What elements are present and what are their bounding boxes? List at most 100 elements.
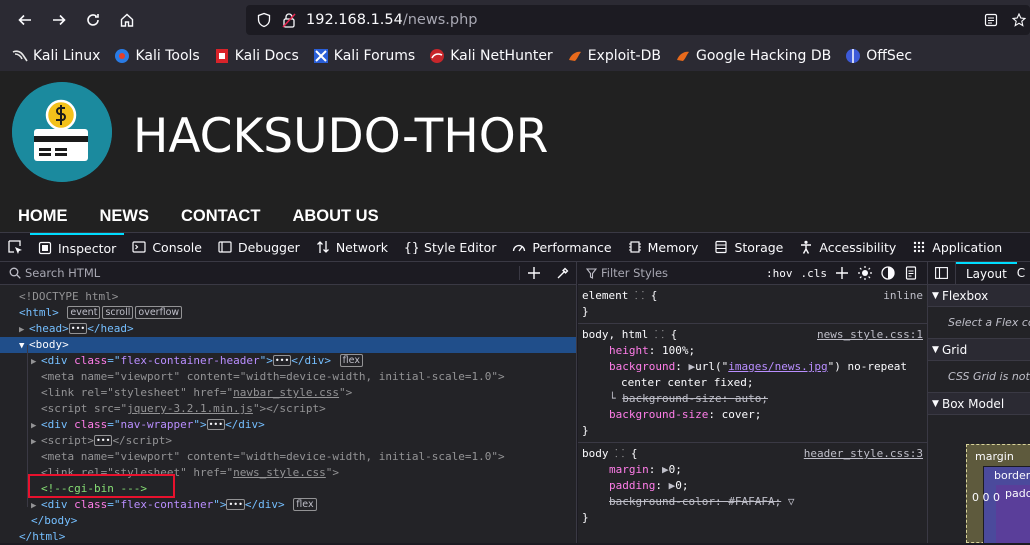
rule2-source-link[interactable]: header_style.css:3 [804, 446, 923, 462]
meta-node-2[interactable]: <meta name="viewport" content="width=dev… [0, 449, 576, 465]
ellipsis-icon[interactable]: ••• [206, 419, 226, 430]
light-mode-sun-icon[interactable] [858, 266, 872, 280]
filter-styles-input[interactable]: Filter Styles [601, 266, 766, 280]
url-text[interactable]: 192.168.1.54/news.php [306, 12, 477, 28]
reader-view-icon[interactable] [984, 13, 998, 27]
element-rule[interactable]: element ⸬ { } inline [578, 285, 927, 324]
forward-button[interactable] [42, 0, 76, 40]
grid-selector-icon[interactable]: ⸬ [655, 328, 664, 341]
search-html-input[interactable]: Search HTML [25, 266, 519, 280]
nav-news[interactable]: NEWS [100, 207, 150, 226]
scroll-badge[interactable]: scroll [102, 306, 134, 319]
element-picker-button[interactable] [0, 239, 30, 255]
reload-button[interactable] [76, 0, 110, 40]
ellipsis-icon[interactable]: ••• [226, 499, 245, 510]
expand-triangle-icon[interactable]: ▶ [31, 354, 41, 370]
meta-node[interactable]: <meta name="viewport" content="width=dev… [0, 369, 576, 385]
tab-console[interactable]: Console [124, 233, 210, 262]
shield-icon[interactable] [256, 12, 272, 28]
nav-contact[interactable]: CONTACT [181, 207, 260, 226]
tab-computed-partial[interactable]: C [1017, 266, 1025, 280]
prop-background-size-overridden[interactable]: └ background-size: auto; [582, 391, 927, 407]
prop-padding[interactable]: padding: ▶0; [582, 478, 927, 494]
jquery-link[interactable]: jquery-3.2.1.min.js [127, 402, 253, 415]
flex-badge[interactable]: flex [293, 498, 317, 511]
head-node[interactable]: ▶ <head> ••• </head> [0, 321, 576, 337]
prop-background-color-overridden[interactable]: background-color: #FAFAFA; ▽ [582, 494, 927, 510]
script-jquery-node[interactable]: <script src="jquery-3.2.1.min.js"></scri… [0, 401, 576, 417]
print-doc-icon[interactable] [904, 266, 918, 280]
insecure-lock-icon[interactable] [282, 12, 296, 28]
grid-section-header[interactable]: ▼ Grid [928, 339, 1030, 361]
hov-toggle[interactable]: :hov [766, 267, 793, 280]
ellipsis-icon[interactable]: ••• [93, 435, 113, 446]
grid-selector-icon[interactable]: ⸬ [635, 289, 644, 302]
back-button[interactable] [8, 0, 42, 40]
bookmark-kali-tools[interactable]: Kali Tools [114, 48, 200, 64]
bookmark-kali-linux[interactable]: Kali Linux [12, 48, 100, 64]
prop-height[interactable]: height: 100%; [582, 343, 927, 359]
navbar-css-link[interactable]: navbar_style.css [233, 386, 339, 399]
div-header-node[interactable]: ▶ <div class="flex-container-header"> ••• <… [0, 353, 576, 369]
expand-triangle-icon[interactable]: ▶ [31, 434, 41, 450]
tab-label: Application [932, 239, 1003, 255]
news-jpg-link[interactable]: images/news.jpg [728, 360, 827, 373]
dark-mode-icon[interactable] [881, 266, 895, 280]
ellipsis-icon[interactable]: ••• [68, 323, 88, 334]
tab-inspector[interactable]: Inspector [30, 232, 125, 262]
tab-storage[interactable]: Storage [706, 233, 791, 262]
prop-margin[interactable]: margin: ▶0; [582, 462, 927, 478]
bookmark-kali-nethunter[interactable]: Kali NetHunter [429, 48, 553, 64]
news-css-link[interactable]: news_style.css [233, 466, 326, 479]
tab-accessibility[interactable]: Accessibility [791, 233, 904, 262]
tab-debugger[interactable]: Debugger [210, 233, 308, 262]
tab-application[interactable]: Application [904, 233, 1010, 262]
home-button[interactable] [110, 0, 144, 40]
link-navbar-node[interactable]: <link rel="stylesheet" href="navbar_styl… [0, 385, 576, 401]
script-node[interactable]: ▶ <script> ••• </script> [0, 433, 576, 449]
add-rule-plus-icon[interactable] [835, 266, 849, 280]
address-bar[interactable]: 192.168.1.54/news.php [246, 5, 1030, 35]
prop-background-size[interactable]: background-size: cover; [582, 407, 927, 423]
cls-toggle[interactable]: .cls [801, 267, 828, 280]
star-bookmark-icon[interactable] [1012, 13, 1026, 27]
html-node[interactable]: <html> event scroll overflow [0, 305, 576, 321]
bookmark-google-hacking-db[interactable]: Google Hacking DB [675, 48, 831, 64]
ellipsis-icon[interactable]: ••• [272, 355, 292, 366]
div-nav-wrapper-node[interactable]: ▶ <div class="nav-wrapper"> ••• </div> [0, 417, 576, 433]
box-model-margin[interactable]: margin border pado 0 0 0 [966, 444, 1030, 543]
box-model-section-header[interactable]: ▼ Box Model [928, 393, 1030, 415]
eyedropper-button[interactable] [548, 267, 576, 280]
grid-selector-icon[interactable]: ⸬ [615, 447, 624, 460]
expand-triangle-icon[interactable]: ▶ [31, 418, 41, 434]
tab-memory[interactable]: Memory [620, 233, 707, 262]
flexbox-section-header[interactable]: ▼ Flexbox [928, 285, 1030, 307]
tab-style-editor[interactable]: {} Style Editor [396, 233, 504, 262]
bookmark-offsec[interactable]: OffSec [845, 48, 912, 64]
nav-about-us[interactable]: ABOUT US [292, 207, 378, 226]
body-html-rule[interactable]: body, html ⸬ { news_style.css:1 height: … [578, 324, 927, 443]
toggle-sidebar-button[interactable] [928, 262, 956, 285]
bookmark-kali-docs[interactable]: Kali Docs [214, 48, 299, 64]
div-flex-container-node[interactable]: ▶ <div class="flex-container"> ••• </div> f… [0, 497, 576, 513]
filter-funnel-icon[interactable]: ▽ [788, 495, 795, 508]
rule1-source-link[interactable]: news_style.css:1 [817, 327, 923, 343]
tab-layout[interactable]: Layout [956, 262, 1017, 285]
expand-triangle-icon[interactable]: ▶ [31, 498, 41, 514]
doctype-line[interactable]: <!DOCTYPE html> [0, 289, 576, 305]
nav-home[interactable]: HOME [18, 207, 68, 226]
body-close-line[interactable]: </body> [0, 513, 576, 529]
bookmark-kali-forums[interactable]: Kali Forums [313, 48, 415, 64]
tab-performance[interactable]: Performance [504, 233, 619, 262]
add-node-button[interactable] [520, 267, 548, 279]
tab-network[interactable]: Network [308, 233, 396, 262]
flex-badge[interactable]: flex [339, 354, 363, 367]
overflow-badge[interactable]: overflow [135, 306, 183, 319]
expand-triangle-icon[interactable]: ▶ [19, 322, 29, 338]
box-model-border[interactable]: border pado [983, 466, 1030, 543]
body-rule[interactable]: body ⸬ { header_style.css:3 margin: ▶0; … [578, 443, 927, 529]
body-node-selected[interactable]: ▼ <body> [0, 337, 576, 353]
event-badge[interactable]: event [67, 306, 101, 319]
prop-background[interactable]: background: ▶url("images/news.jpg") no-r… [582, 359, 927, 375]
bookmark-exploit-db[interactable]: Exploit-DB [567, 48, 661, 64]
